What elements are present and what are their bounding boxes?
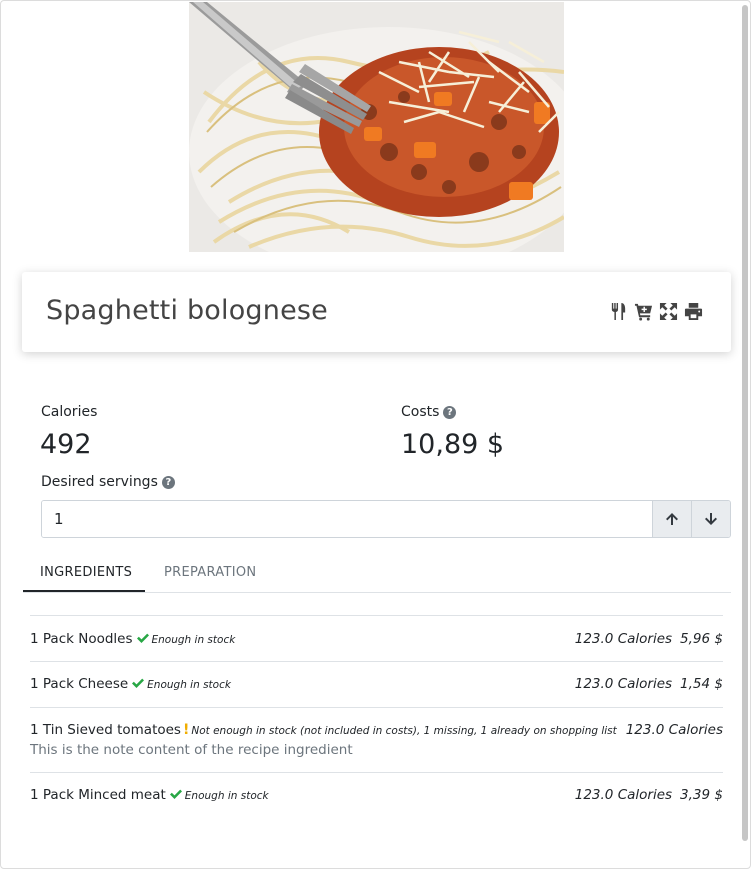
servings-label-group: Desired servings?	[41, 474, 175, 490]
ingredient-calories: 123.0 Calories	[574, 787, 673, 803]
calories-label: Calories	[41, 404, 98, 420]
ingredient-name: 1 Pack Cheese	[30, 676, 129, 692]
arrow-up-icon	[666, 513, 678, 525]
servings-input[interactable]	[42, 501, 652, 537]
stock-status: Enough in stock	[151, 634, 236, 646]
list-divider	[30, 615, 723, 616]
question-circle-icon[interactable]: ?	[161, 476, 175, 489]
check-icon	[169, 788, 183, 800]
costs-label: Costs	[401, 404, 440, 420]
recipe-panel: Spaghetti bolognese Calories 492 Costs? …	[0, 0, 751, 869]
expand-icon[interactable]	[659, 302, 678, 321]
print-icon[interactable]	[684, 302, 703, 321]
ingredient-calories: 123.0 Calories	[625, 722, 723, 738]
exclamation-icon: !	[182, 722, 190, 738]
recipe-hero-image	[189, 2, 564, 252]
list-item[interactable]: 1 Tin Sieved tomatoes! Not enough in stoc…	[30, 722, 723, 762]
recipe-actions	[609, 302, 703, 321]
stock-status: Not enough in stock (not included in cos…	[191, 725, 617, 737]
check-icon	[136, 632, 150, 644]
stock-status: Enough in stock	[147, 679, 231, 691]
servings-increase-button[interactable]	[652, 501, 691, 537]
ingredient-cost: 3,39 $	[680, 787, 723, 803]
list-item[interactable]: 1 Pack Noodles Enough in stock 123.0 Calo…	[30, 631, 723, 651]
list-item[interactable]: 1 Pack Minced meat Enough in stock 123.0 …	[30, 787, 723, 807]
stock-status: Enough in stock	[184, 790, 269, 802]
check-icon	[131, 677, 145, 689]
list-item[interactable]: 1 Pack Cheese Enough in stock 123.0 Calor…	[30, 676, 723, 696]
costs-value: 10,89 $	[401, 429, 505, 460]
ingredient-name: 1 Pack Minced meat	[30, 787, 166, 803]
list-divider	[30, 772, 723, 773]
recipe-title-card: Spaghetti bolognese	[22, 272, 731, 352]
recipe-tabs: INGREDIENTS PREPARATION	[23, 560, 731, 593]
servings-decrease-button[interactable]	[691, 501, 730, 537]
recipe-title: Spaghetti bolognese	[46, 295, 328, 326]
calories-value: 492	[40, 429, 92, 460]
vertical-scrollbar[interactable]	[742, 5, 748, 841]
ingredient-cost: 1,54 $	[680, 676, 723, 692]
list-divider	[30, 707, 723, 708]
arrow-down-icon	[705, 513, 717, 525]
servings-stepper	[41, 500, 731, 538]
servings-label: Desired servings	[41, 474, 158, 490]
cart-plus-icon[interactable]	[634, 302, 653, 321]
tab-ingredients[interactable]: INGREDIENTS	[23, 560, 145, 592]
ingredient-name: 1 Tin Sieved tomatoes	[30, 722, 181, 738]
ingredient-calories: 123.0 Calories	[574, 631, 673, 647]
ingredient-calories: 123.0 Calories	[574, 676, 673, 692]
costs-label-group: Costs?	[401, 404, 457, 420]
list-divider	[30, 661, 723, 662]
cutlery-icon[interactable]	[609, 302, 628, 321]
ingredient-note: This is the note content of the recipe i…	[30, 742, 353, 758]
ingredient-name: 1 Pack Noodles	[30, 631, 133, 647]
question-circle-icon[interactable]: ?	[443, 406, 457, 419]
tab-preparation[interactable]: PREPARATION	[164, 560, 256, 592]
ingredient-cost: 5,96 $	[680, 631, 723, 647]
